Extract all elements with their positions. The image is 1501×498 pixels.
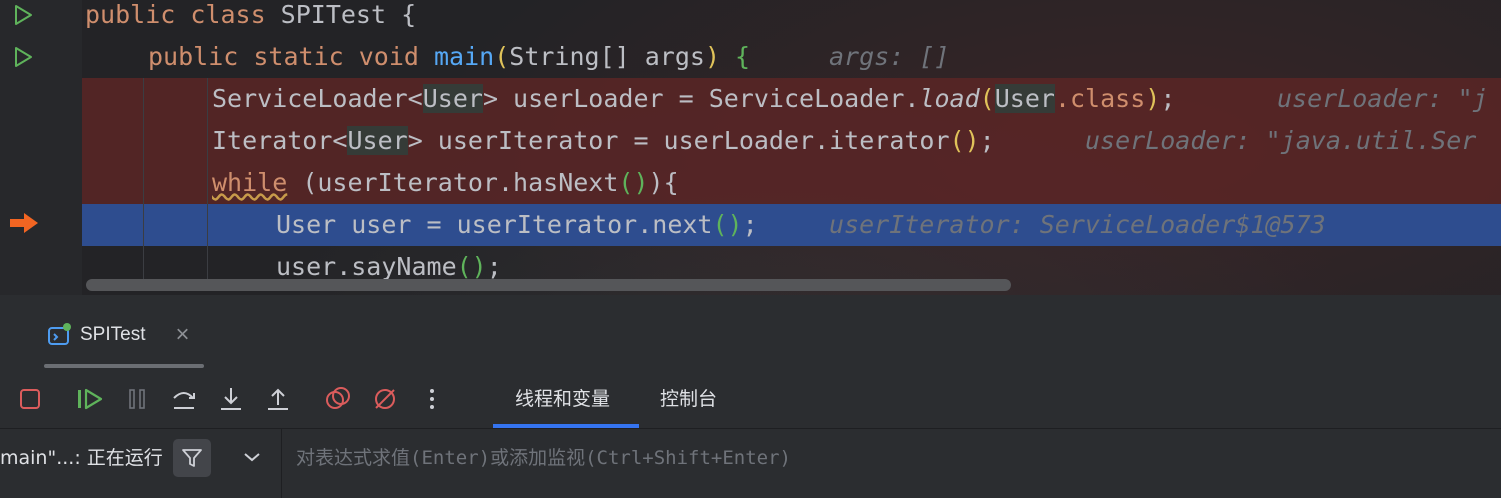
inline-value-hint: userLoader: "java.util.Ser (1085, 126, 1477, 155)
tab-threads-variables[interactable]: 线程和变量 (515, 382, 610, 416)
frames-eval-bar: main"...: 正在运行 对表达式求值(Enter)或添加监视(Ctrl+S… (0, 429, 1501, 498)
step-into-icon (221, 388, 241, 410)
code-line-2: public static void main(String[] args) {… (0, 36, 1501, 78)
view-breakpoints-button[interactable] (323, 384, 353, 414)
step-out-button[interactable] (263, 384, 293, 414)
pause-icon (129, 389, 145, 409)
inline-value-hint: userIterator: ServiceLoader$1@573 (829, 210, 1326, 239)
debug-tabbar: SPITest × (0, 305, 1501, 365)
debug-tab-label: SPITest (80, 324, 146, 345)
tab-console[interactable]: 控制台 (660, 382, 717, 416)
active-tab-indicator (493, 424, 639, 428)
chevron-down-icon (244, 453, 260, 462)
mute-breakpoints-button[interactable] (370, 384, 400, 414)
horizontal-scrollbar[interactable] (86, 279, 1011, 291)
tab-underline (44, 364, 204, 368)
debug-window-icon (48, 323, 71, 345)
more-button[interactable] (417, 384, 447, 414)
step-over-button[interactable] (169, 384, 199, 414)
more-icon (430, 389, 434, 409)
code-line-1: public class SPITest { (85, 0, 417, 29)
evaluate-expression-input[interactable]: 对表达式求值(Enter)或添加监视(Ctrl+Shift+Enter) (296, 443, 791, 470)
code-line-5: while (userIterator.hasNext()){ (212, 168, 679, 197)
resume-icon (78, 388, 103, 410)
debug-session-tab[interactable]: SPITest × (46, 315, 190, 355)
inline-value-hint: args: [] (829, 42, 950, 71)
code-line-4: Iterator<User> userIterator = userLoader… (0, 120, 1501, 162)
debug-toolbar: 线程和变量 控制台 (0, 370, 1501, 429)
filter-button[interactable] (173, 439, 211, 477)
pause-button[interactable] (122, 384, 152, 414)
filter-icon (182, 449, 202, 467)
breakpoints-icon (326, 387, 350, 409)
resume-button[interactable] (75, 384, 105, 414)
thread-dropdown-button[interactable] (238, 443, 266, 471)
close-icon[interactable]: × (175, 321, 189, 349)
step-out-icon (268, 388, 288, 410)
mute-breakpoints-icon (375, 389, 395, 409)
code-editor[interactable]: public class SPITest { public static voi… (0, 0, 1501, 295)
thread-selector[interactable]: main"...: 正在运行 (0, 443, 163, 470)
stop-button[interactable] (15, 384, 45, 414)
step-over-icon (173, 392, 195, 409)
code-line-3: ServiceLoader<User> userLoader = Service… (0, 78, 1501, 120)
step-into-button[interactable] (216, 384, 246, 414)
code-line-6: User user = userIterator.next(); userIte… (0, 204, 1501, 246)
stop-icon (20, 389, 40, 409)
inline-value-hint: userLoader: "j (1277, 84, 1488, 113)
